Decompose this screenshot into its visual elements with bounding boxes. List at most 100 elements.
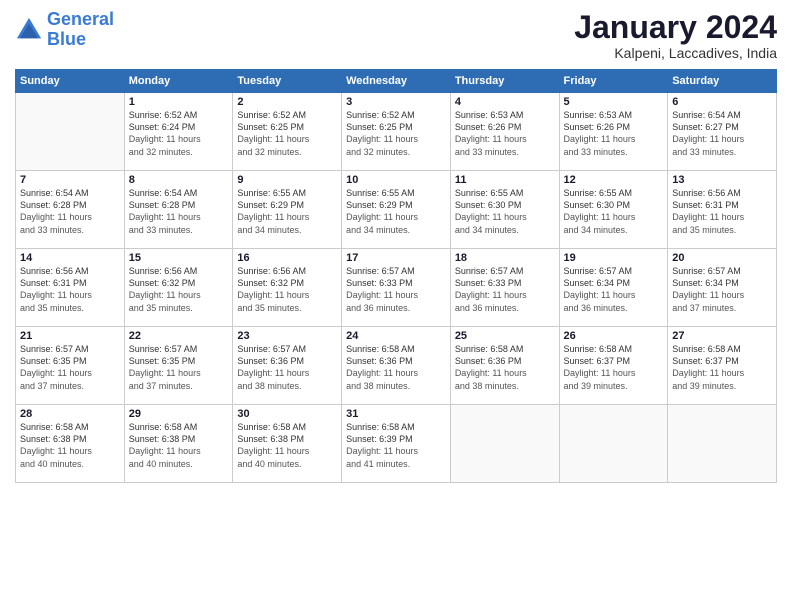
calendar-week-2: 14 Sunrise: 6:56 AM Sunset: 6:31 PM Dayl… xyxy=(16,249,777,327)
day-number: 3 xyxy=(346,96,446,108)
day-info: Sunrise: 6:53 AM Sunset: 6:26 PM Dayligh… xyxy=(564,109,664,158)
day-number: 6 xyxy=(672,96,772,108)
day-info: Sunrise: 6:54 AM Sunset: 6:28 PM Dayligh… xyxy=(129,187,229,236)
table-row: 20 Sunrise: 6:57 AM Sunset: 6:34 PM Dayl… xyxy=(668,249,777,327)
day-number: 2 xyxy=(237,96,337,108)
day-info: Sunrise: 6:56 AM Sunset: 6:32 PM Dayligh… xyxy=(129,265,229,314)
day-number: 11 xyxy=(455,174,555,186)
table-row: 9 Sunrise: 6:55 AM Sunset: 6:29 PM Dayli… xyxy=(233,171,342,249)
day-info: Sunrise: 6:54 AM Sunset: 6:27 PM Dayligh… xyxy=(672,109,772,158)
day-number: 31 xyxy=(346,408,446,420)
table-row: 22 Sunrise: 6:57 AM Sunset: 6:35 PM Dayl… xyxy=(124,327,233,405)
day-info: Sunrise: 6:57 AM Sunset: 6:34 PM Dayligh… xyxy=(672,265,772,314)
day-number: 28 xyxy=(20,408,120,420)
table-row: 8 Sunrise: 6:54 AM Sunset: 6:28 PM Dayli… xyxy=(124,171,233,249)
title-block: January 2024 Kalpeni, Laccadives, India xyxy=(574,10,777,61)
table-row: 30 Sunrise: 6:58 AM Sunset: 6:38 PM Dayl… xyxy=(233,405,342,483)
table-row: 3 Sunrise: 6:52 AM Sunset: 6:25 PM Dayli… xyxy=(342,93,451,171)
day-number: 27 xyxy=(672,330,772,342)
day-number: 21 xyxy=(20,330,120,342)
logo-line1: General xyxy=(47,9,114,29)
table-row: 5 Sunrise: 6:53 AM Sunset: 6:26 PM Dayli… xyxy=(559,93,668,171)
day-info: Sunrise: 6:58 AM Sunset: 6:37 PM Dayligh… xyxy=(672,343,772,392)
table-row: 27 Sunrise: 6:58 AM Sunset: 6:37 PM Dayl… xyxy=(668,327,777,405)
table-row xyxy=(668,405,777,483)
day-number: 10 xyxy=(346,174,446,186)
calendar-week-4: 28 Sunrise: 6:58 AM Sunset: 6:38 PM Dayl… xyxy=(16,405,777,483)
day-number: 12 xyxy=(564,174,664,186)
day-info: Sunrise: 6:58 AM Sunset: 6:39 PM Dayligh… xyxy=(346,421,446,470)
day-info: Sunrise: 6:52 AM Sunset: 6:24 PM Dayligh… xyxy=(129,109,229,158)
calendar-week-3: 21 Sunrise: 6:57 AM Sunset: 6:35 PM Dayl… xyxy=(16,327,777,405)
day-info: Sunrise: 6:55 AM Sunset: 6:30 PM Dayligh… xyxy=(455,187,555,236)
day-number: 24 xyxy=(346,330,446,342)
table-row: 12 Sunrise: 6:55 AM Sunset: 6:30 PM Dayl… xyxy=(559,171,668,249)
day-info: Sunrise: 6:58 AM Sunset: 6:38 PM Dayligh… xyxy=(129,421,229,470)
table-row: 7 Sunrise: 6:54 AM Sunset: 6:28 PM Dayli… xyxy=(16,171,125,249)
table-row: 21 Sunrise: 6:57 AM Sunset: 6:35 PM Dayl… xyxy=(16,327,125,405)
col-tuesday: Tuesday xyxy=(233,70,342,93)
day-info: Sunrise: 6:57 AM Sunset: 6:35 PM Dayligh… xyxy=(129,343,229,392)
day-number: 20 xyxy=(672,252,772,264)
header-row: Sunday Monday Tuesday Wednesday Thursday… xyxy=(16,70,777,93)
col-thursday: Thursday xyxy=(450,70,559,93)
day-info: Sunrise: 6:58 AM Sunset: 6:38 PM Dayligh… xyxy=(237,421,337,470)
day-number: 18 xyxy=(455,252,555,264)
table-row: 13 Sunrise: 6:56 AM Sunset: 6:31 PM Dayl… xyxy=(668,171,777,249)
table-row: 16 Sunrise: 6:56 AM Sunset: 6:32 PM Dayl… xyxy=(233,249,342,327)
table-row: 28 Sunrise: 6:58 AM Sunset: 6:38 PM Dayl… xyxy=(16,405,125,483)
header: General Blue January 2024 Kalpeni, Lacca… xyxy=(15,10,777,61)
table-row xyxy=(450,405,559,483)
day-info: Sunrise: 6:58 AM Sunset: 6:36 PM Dayligh… xyxy=(346,343,446,392)
day-info: Sunrise: 6:56 AM Sunset: 6:31 PM Dayligh… xyxy=(20,265,120,314)
day-number: 9 xyxy=(237,174,337,186)
col-friday: Friday xyxy=(559,70,668,93)
logo-text: General Blue xyxy=(47,10,114,50)
day-number: 4 xyxy=(455,96,555,108)
day-number: 13 xyxy=(672,174,772,186)
calendar-header: Sunday Monday Tuesday Wednesday Thursday… xyxy=(16,70,777,93)
day-number: 30 xyxy=(237,408,337,420)
table-row xyxy=(559,405,668,483)
col-sunday: Sunday xyxy=(16,70,125,93)
day-info: Sunrise: 6:53 AM Sunset: 6:26 PM Dayligh… xyxy=(455,109,555,158)
day-number: 14 xyxy=(20,252,120,264)
table-row: 1 Sunrise: 6:52 AM Sunset: 6:24 PM Dayli… xyxy=(124,93,233,171)
table-row: 17 Sunrise: 6:57 AM Sunset: 6:33 PM Dayl… xyxy=(342,249,451,327)
day-number: 29 xyxy=(129,408,229,420)
logo-line2: Blue xyxy=(47,29,86,49)
table-row: 23 Sunrise: 6:57 AM Sunset: 6:36 PM Dayl… xyxy=(233,327,342,405)
day-number: 5 xyxy=(564,96,664,108)
table-row: 31 Sunrise: 6:58 AM Sunset: 6:39 PM Dayl… xyxy=(342,405,451,483)
table-row xyxy=(16,93,125,171)
calendar-week-1: 7 Sunrise: 6:54 AM Sunset: 6:28 PM Dayli… xyxy=(16,171,777,249)
day-number: 17 xyxy=(346,252,446,264)
col-wednesday: Wednesday xyxy=(342,70,451,93)
day-info: Sunrise: 6:52 AM Sunset: 6:25 PM Dayligh… xyxy=(237,109,337,158)
day-info: Sunrise: 6:55 AM Sunset: 6:29 PM Dayligh… xyxy=(237,187,337,236)
month-title: January 2024 xyxy=(574,10,777,45)
day-number: 15 xyxy=(129,252,229,264)
day-info: Sunrise: 6:55 AM Sunset: 6:30 PM Dayligh… xyxy=(564,187,664,236)
calendar-week-0: 1 Sunrise: 6:52 AM Sunset: 6:24 PM Dayli… xyxy=(16,93,777,171)
day-info: Sunrise: 6:56 AM Sunset: 6:32 PM Dayligh… xyxy=(237,265,337,314)
day-number: 8 xyxy=(129,174,229,186)
table-row: 15 Sunrise: 6:56 AM Sunset: 6:32 PM Dayl… xyxy=(124,249,233,327)
col-monday: Monday xyxy=(124,70,233,93)
table-row: 25 Sunrise: 6:58 AM Sunset: 6:36 PM Dayl… xyxy=(450,327,559,405)
calendar-table: Sunday Monday Tuesday Wednesday Thursday… xyxy=(15,69,777,483)
table-row: 29 Sunrise: 6:58 AM Sunset: 6:38 PM Dayl… xyxy=(124,405,233,483)
table-row: 11 Sunrise: 6:55 AM Sunset: 6:30 PM Dayl… xyxy=(450,171,559,249)
day-info: Sunrise: 6:57 AM Sunset: 6:34 PM Dayligh… xyxy=(564,265,664,314)
day-info: Sunrise: 6:54 AM Sunset: 6:28 PM Dayligh… xyxy=(20,187,120,236)
day-info: Sunrise: 6:56 AM Sunset: 6:31 PM Dayligh… xyxy=(672,187,772,236)
day-number: 1 xyxy=(129,96,229,108)
day-info: Sunrise: 6:57 AM Sunset: 6:33 PM Dayligh… xyxy=(455,265,555,314)
day-number: 7 xyxy=(20,174,120,186)
location: Kalpeni, Laccadives, India xyxy=(574,45,777,61)
day-number: 22 xyxy=(129,330,229,342)
table-row: 4 Sunrise: 6:53 AM Sunset: 6:26 PM Dayli… xyxy=(450,93,559,171)
table-row: 18 Sunrise: 6:57 AM Sunset: 6:33 PM Dayl… xyxy=(450,249,559,327)
table-row: 14 Sunrise: 6:56 AM Sunset: 6:31 PM Dayl… xyxy=(16,249,125,327)
day-info: Sunrise: 6:55 AM Sunset: 6:29 PM Dayligh… xyxy=(346,187,446,236)
